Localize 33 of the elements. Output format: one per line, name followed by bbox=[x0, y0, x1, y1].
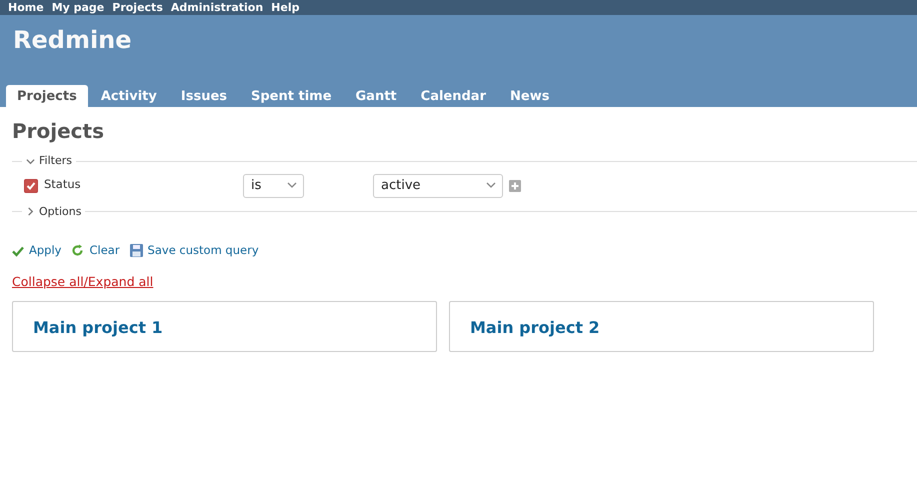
top-menu-link[interactable]: My page bbox=[52, 0, 104, 15]
refresh-icon bbox=[71, 244, 84, 258]
tab[interactable]: Issues bbox=[170, 85, 238, 109]
fieldset-legend[interactable]: Filters bbox=[39, 153, 72, 170]
project-link[interactable]: Main project 2 bbox=[470, 318, 600, 337]
checkmark-icon bbox=[12, 244, 24, 257]
tab[interactable]: Projects bbox=[6, 85, 88, 109]
top-menu-link[interactable]: Administration bbox=[170, 0, 264, 15]
page-title: Projects bbox=[12, 119, 106, 143]
operator-select[interactable]: is bbox=[243, 174, 304, 198]
tab[interactable]: Gantt bbox=[344, 85, 408, 109]
top-menu-link[interactable]: Help bbox=[271, 0, 300, 15]
caret-icon[interactable] bbox=[287, 182, 297, 189]
value-select[interactable]: active bbox=[373, 174, 503, 198]
tab[interactable]: Spent time bbox=[240, 85, 343, 109]
filter-label: Status bbox=[44, 176, 82, 192]
collapse-expand-link[interactable]: Collapse all/Expand all bbox=[12, 274, 154, 290]
action-link[interactable]: Apply bbox=[29, 242, 62, 260]
caret-icon[interactable] bbox=[486, 182, 496, 189]
chevron-down-icon[interactable] bbox=[26, 156, 35, 166]
top-menu-link[interactable]: Home bbox=[8, 0, 44, 15]
add-icon[interactable] bbox=[509, 180, 521, 192]
top-menu-link[interactable]: Projects bbox=[112, 0, 163, 15]
chevron-right-icon[interactable] bbox=[26, 207, 35, 216]
action-link[interactable]: Clear bbox=[89, 242, 120, 260]
fieldset-legend[interactable]: Options bbox=[39, 204, 82, 220]
tab[interactable]: Activity bbox=[90, 85, 168, 109]
project-link[interactable]: Main project 1 bbox=[33, 318, 163, 337]
action-link[interactable]: Save custom query bbox=[148, 242, 259, 260]
tab[interactable]: Calendar bbox=[410, 85, 497, 109]
filter-checkbox[interactable] bbox=[24, 178, 38, 192]
tab[interactable]: News bbox=[499, 85, 560, 109]
site-title: Redmine bbox=[13, 25, 133, 55]
